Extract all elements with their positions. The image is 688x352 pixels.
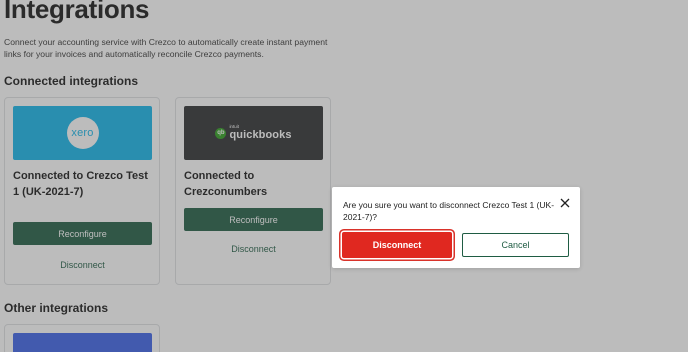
cancel-button[interactable]: Cancel — [462, 233, 569, 257]
disconnect-confirm-dialog: Are you sure you want to disconnect Crez… — [332, 187, 580, 268]
modal-backdrop[interactable] — [0, 0, 688, 352]
close-icon[interactable] — [558, 196, 572, 210]
confirm-disconnect-button[interactable]: Disconnect — [342, 232, 452, 258]
dialog-message: Are you sure you want to disconnect Crez… — [343, 200, 555, 222]
